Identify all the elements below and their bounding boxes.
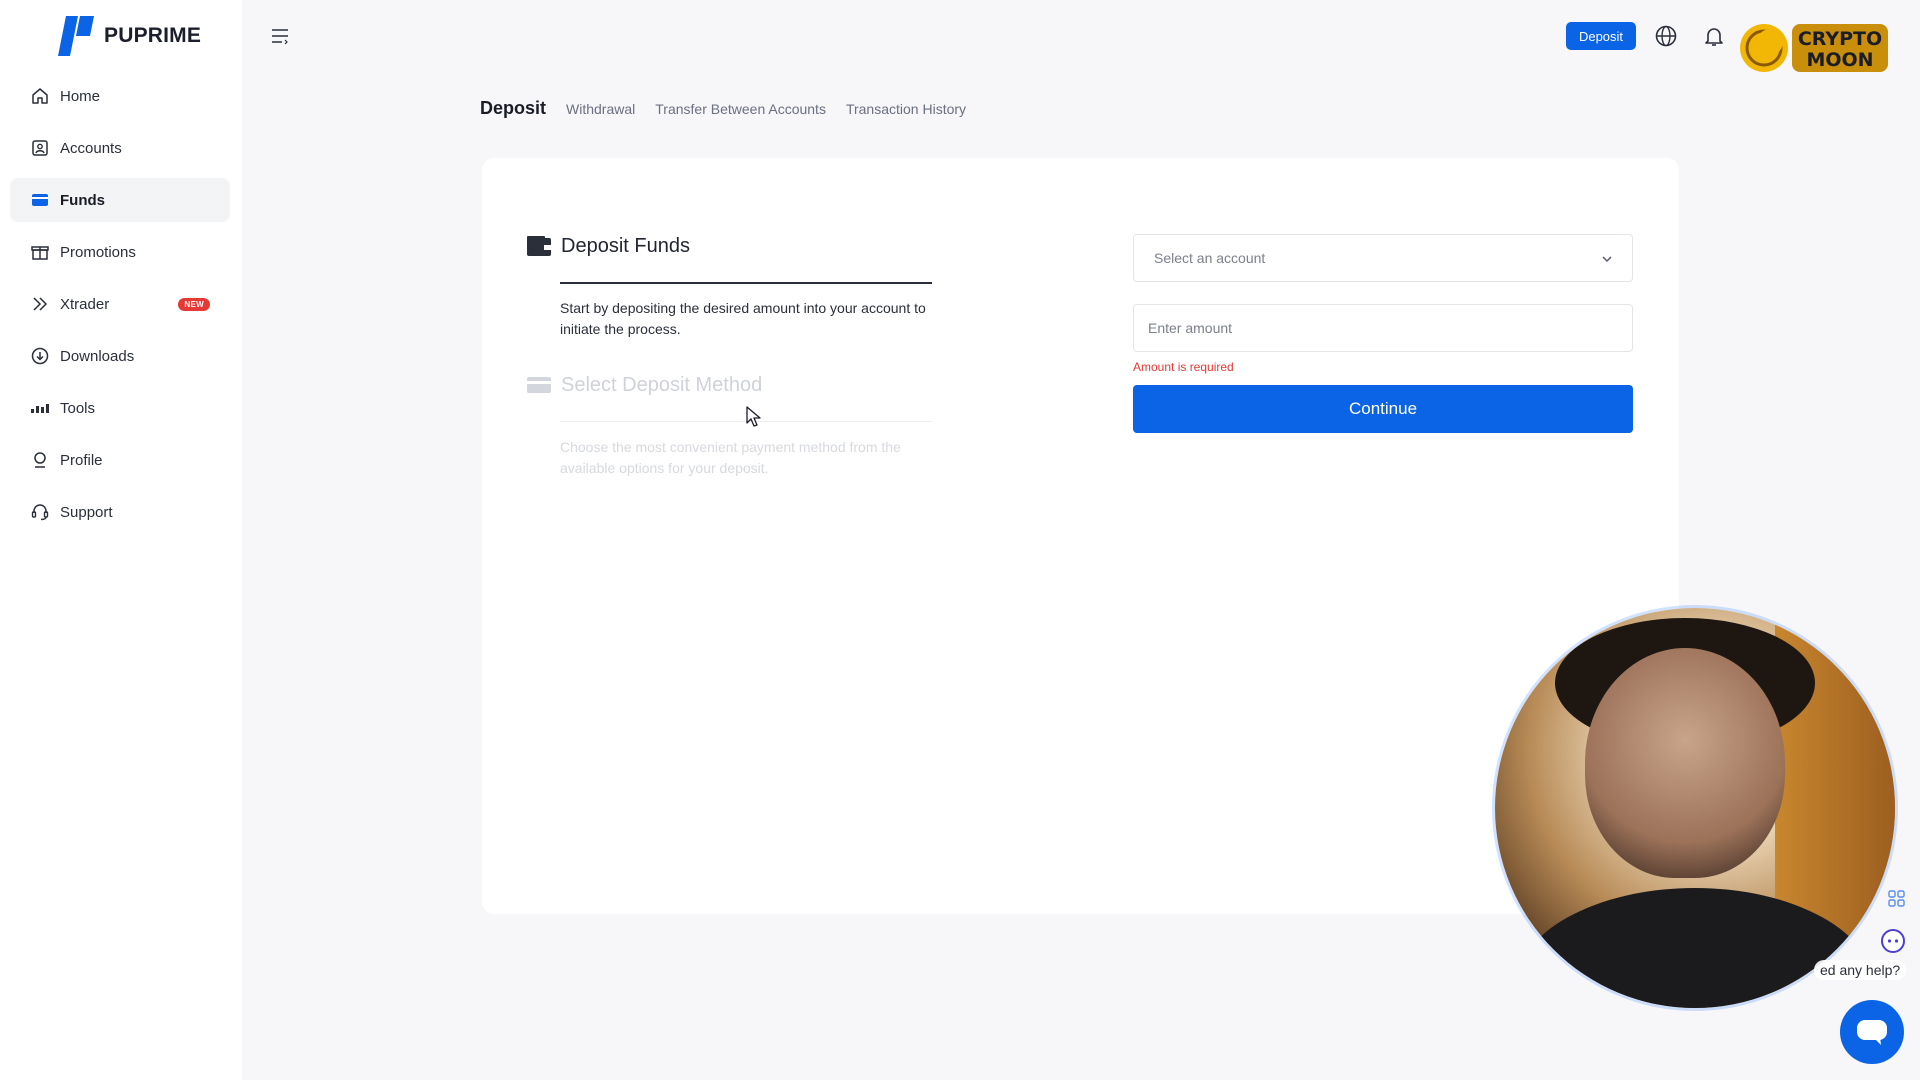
globe-icon[interactable]	[1654, 24, 1678, 48]
header-deposit-button[interactable]: Deposit	[1566, 22, 1636, 50]
mouse-cursor-icon	[746, 406, 761, 427]
tab-transaction-history[interactable]: Transaction History	[846, 101, 966, 117]
tools-icon	[30, 398, 50, 418]
bot-icon[interactable]	[1880, 928, 1906, 954]
step-select-deposit-method: Select Deposit Method Choose the most co…	[527, 371, 947, 476]
card-icon	[527, 377, 551, 393]
sidebar-item-label: Downloads	[60, 347, 135, 365]
step-description: Choose the most convenient payment metho…	[560, 439, 901, 476]
sidebar-item-tools[interactable]: Tools	[10, 386, 230, 430]
wallet-icon	[527, 236, 551, 256]
sidebar-item-profile[interactable]: Profile	[10, 438, 230, 482]
sidebar-item-accounts[interactable]: Accounts	[10, 126, 230, 170]
step-title: Deposit Funds	[561, 234, 690, 257]
sidebar-item-promotions[interactable]: Promotions	[10, 230, 230, 274]
menu-icon[interactable]	[270, 26, 290, 46]
sidebar-item-home[interactable]: Home	[10, 74, 230, 118]
need-help-text[interactable]: ed any help?	[1814, 960, 1907, 980]
tab-deposit[interactable]: Deposit	[480, 98, 546, 119]
sidebar: PUPRIME Home Accounts Funds Promotions X…	[0, 0, 242, 1080]
step-divider	[560, 282, 932, 284]
avatar-text-2: MOON	[1806, 49, 1873, 71]
amount-error: Amount is required	[1133, 360, 1234, 374]
tab-withdrawal[interactable]: Withdrawal	[566, 101, 635, 117]
account-select-placeholder: Select an account	[1154, 250, 1266, 266]
sidebar-item-label: Profile	[60, 451, 103, 469]
avatar-text-1: CRYPTO	[1798, 28, 1882, 50]
sidebar-item-funds[interactable]: Funds	[10, 178, 230, 222]
sidebar-item-label: Support	[60, 503, 113, 521]
new-badge: NEW	[178, 298, 210, 311]
accounts-icon	[30, 138, 50, 158]
sidebar-item-label: Funds	[60, 191, 105, 209]
sidebar-item-support[interactable]: Support	[10, 490, 230, 534]
tab-transfer-between-accounts[interactable]: Transfer Between Accounts	[655, 101, 826, 117]
wallet-icon	[30, 190, 50, 210]
home-icon	[30, 86, 50, 106]
sidebar-item-label: Xtrader	[60, 295, 110, 313]
continue-button[interactable]: Continue	[1133, 385, 1633, 433]
gift-icon	[30, 242, 50, 262]
amount-input[interactable]	[1133, 304, 1633, 352]
puprime-logo-icon	[58, 16, 94, 56]
sidebar-item-label: Home	[60, 87, 101, 105]
chat-button[interactable]	[1840, 1000, 1904, 1064]
sidebar-item-label: Accounts	[60, 139, 122, 157]
crypto-moon-logo-icon: CRYPTO MOON	[1740, 24, 1888, 72]
step-deposit-funds: Deposit Funds Start by depositing the de…	[527, 232, 947, 337]
download-icon	[30, 346, 50, 366]
chevrons-right-icon	[30, 294, 50, 314]
avatar[interactable]: CRYPTO MOON	[1740, 20, 1892, 76]
funds-tabs: Deposit Withdrawal Transfer Between Acco…	[480, 98, 966, 119]
profile-icon	[30, 450, 50, 470]
step-description: Start by depositing the desired amount i…	[560, 300, 926, 337]
headset-icon	[30, 502, 50, 522]
sidebar-item-downloads[interactable]: Downloads	[10, 334, 230, 378]
account-select[interactable]: Select an account	[1133, 234, 1633, 282]
sidebar-item-label: Promotions	[60, 243, 136, 261]
chat-icon	[1857, 1020, 1887, 1045]
grid-icon[interactable]	[1886, 888, 1908, 910]
webcam-person-face	[1585, 648, 1785, 878]
brand-logo[interactable]: PUPRIME	[54, 14, 201, 58]
sidebar-item-xtrader[interactable]: Xtrader NEW	[10, 282, 230, 326]
sidebar-item-label: Tools	[60, 399, 96, 417]
brand-name: PUPRIME	[104, 24, 202, 47]
bell-icon[interactable]	[1702, 24, 1726, 48]
sidebar-nav: Home Accounts Funds Promotions Xtrader N…	[10, 74, 230, 542]
deposit-form: Select an account Amount is required Con…	[1133, 234, 1633, 433]
chevron-down-icon	[1602, 256, 1612, 263]
webcam-overlay	[1495, 608, 1895, 1008]
step-title: Select Deposit Method	[561, 373, 763, 396]
